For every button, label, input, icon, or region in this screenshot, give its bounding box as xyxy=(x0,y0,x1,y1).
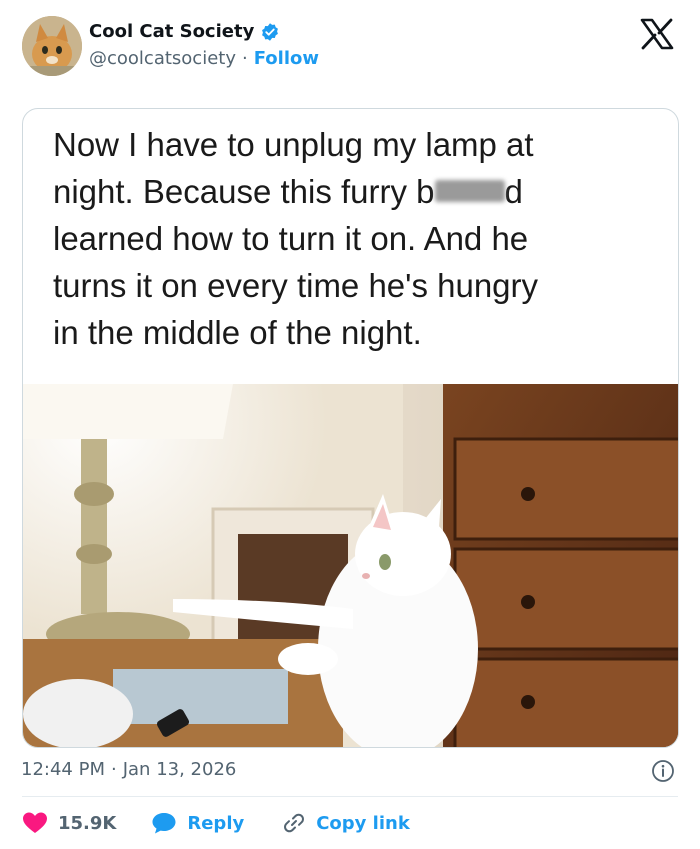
caption-line: turns it on every time he's hungry xyxy=(53,267,539,304)
post-timestamp[interactable]: 12:44 PM · Jan 13, 2026 xyxy=(21,759,236,780)
caption-text: d xyxy=(504,173,523,210)
heart-icon xyxy=(23,812,47,833)
post-media[interactable]: Now I have to unplug my lamp at night. B… xyxy=(22,108,679,748)
like-count: 15.9K xyxy=(58,812,117,834)
copy-link-button[interactable]: Copy link xyxy=(282,811,410,835)
link-icon xyxy=(284,813,305,833)
caption-text: night. Because this furry b xyxy=(53,173,435,210)
caption-line: Now I have to unplug my lamp at xyxy=(53,126,534,163)
handle-row: @coolcatsociety · Follow xyxy=(89,48,319,69)
copy-link-label: Copy link xyxy=(316,812,410,834)
speech-bubble-icon xyxy=(152,813,176,834)
divider xyxy=(22,796,678,797)
caption-line: night. Because this furry b d xyxy=(53,168,663,215)
follow-button[interactable]: Follow xyxy=(254,48,319,69)
post-date: Jan 13, 2026 xyxy=(122,759,237,780)
info-icon[interactable] xyxy=(651,759,675,783)
author-name-row: Cool Cat Society xyxy=(89,21,280,42)
caption-line: learned how to turn it on. And he xyxy=(53,220,529,257)
cat-lamp-photo xyxy=(23,384,678,747)
caption-line: in the middle of the night. xyxy=(53,314,422,351)
cat-avatar-image xyxy=(22,16,82,76)
separator: · xyxy=(241,48,248,69)
separator: · xyxy=(110,759,117,780)
action-bar: 15.9K Reply Copy link xyxy=(22,808,410,838)
x-logo-icon[interactable] xyxy=(640,18,674,50)
like-button[interactable]: 15.9K xyxy=(22,811,116,835)
reply-label: Reply xyxy=(187,812,245,834)
tweet-header: Cool Cat Society @coolcatsociety · Follo… xyxy=(0,0,700,100)
author-handle[interactable]: @coolcatsociety xyxy=(89,48,236,69)
post-time: 12:44 PM xyxy=(21,759,105,780)
author-name[interactable]: Cool Cat Society xyxy=(89,21,254,42)
post-caption: Now I have to unplug my lamp at night. B… xyxy=(53,121,663,356)
censor-blur xyxy=(434,180,505,203)
reply-button[interactable]: Reply xyxy=(151,811,244,835)
verified-badge-icon xyxy=(260,22,280,42)
avatar[interactable] xyxy=(22,16,82,76)
